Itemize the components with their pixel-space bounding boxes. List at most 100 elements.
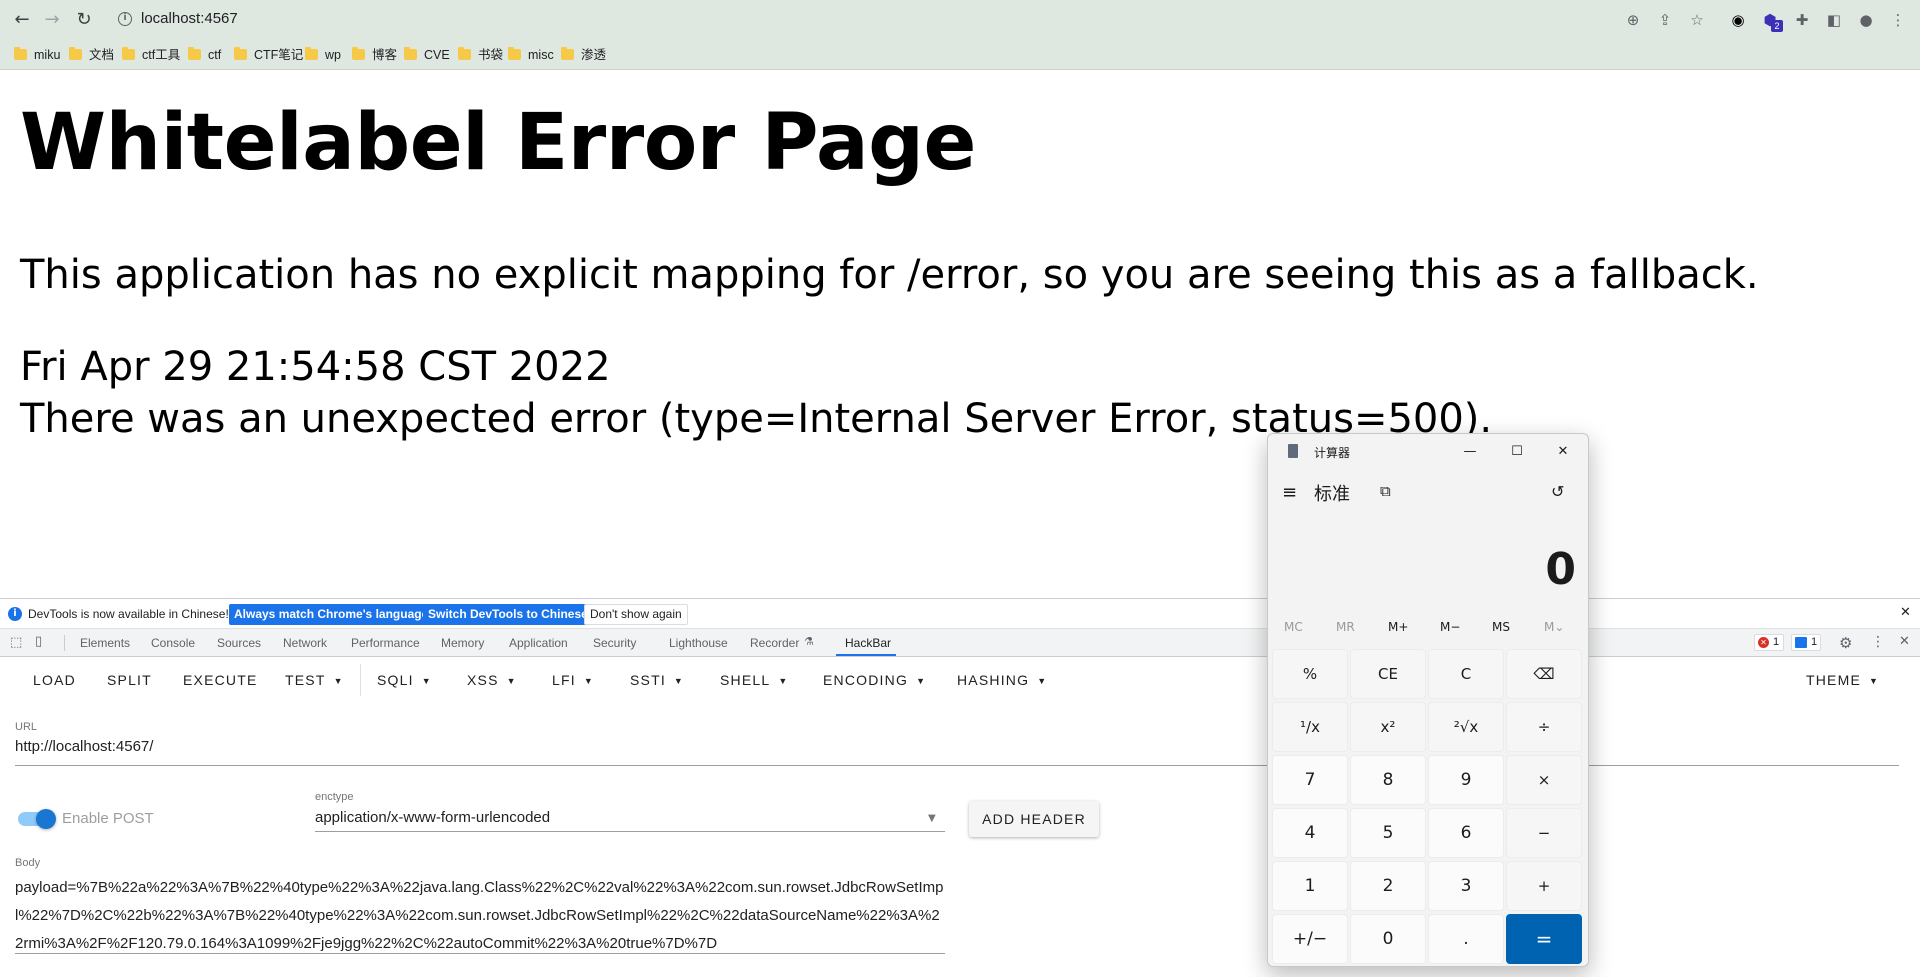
bookmark-item[interactable]: 书袋 <box>458 45 503 65</box>
calc-key[interactable]: +/− <box>1272 914 1348 964</box>
star-icon[interactable]: ☆ <box>1687 10 1707 30</box>
calc-key[interactable]: 5 <box>1350 808 1426 858</box>
tab-application[interactable]: Application <box>509 636 568 650</box>
bookmark-item[interactable]: CVE <box>404 45 450 65</box>
bookmark-item[interactable]: ctf <box>188 45 221 65</box>
test-menu[interactable]: TEST ▼ <box>285 672 344 688</box>
puzzle-icon[interactable]: ✚ <box>1792 10 1812 30</box>
load-button[interactable]: LOAD <box>33 672 76 688</box>
calc-key[interactable]: 8 <box>1350 755 1426 805</box>
bookmark-item[interactable]: 博客 <box>352 45 397 65</box>
calc-key[interactable]: % <box>1272 649 1348 699</box>
dont-show-again-button[interactable]: Don't show again <box>584 604 688 625</box>
calc-key[interactable]: ÷ <box>1506 702 1582 752</box>
reload-icon[interactable]: ↻ <box>72 8 96 32</box>
tab-security[interactable]: Security <box>593 636 636 650</box>
calc-key[interactable]: − <box>1506 808 1582 858</box>
calc-key[interactable]: ⌫ <box>1506 649 1582 699</box>
ssti-menu[interactable]: SSTI ▼ <box>630 672 684 688</box>
memory-button[interactable]: M⌄ <box>1544 620 1564 634</box>
memory-button[interactable]: M− <box>1440 620 1460 634</box>
error-counter[interactable]: ✕ 1 <box>1754 634 1784 651</box>
calc-key[interactable]: 2 <box>1350 861 1426 911</box>
maximize-icon[interactable]: ☐ <box>1502 440 1532 464</box>
split-button[interactable]: SPLIT <box>107 672 152 688</box>
bookmark-item[interactable]: misc <box>508 45 554 65</box>
tab-hackbar[interactable]: HackBar <box>845 636 891 650</box>
calc-key[interactable]: 7 <box>1272 755 1348 805</box>
keep-on-top-icon[interactable]: ⧉ <box>1380 482 1391 500</box>
tab-sources[interactable]: Sources <box>217 636 261 650</box>
memory-button[interactable]: MR <box>1336 620 1355 634</box>
calc-key[interactable]: ²√x <box>1428 702 1504 752</box>
tab-lighthouse[interactable]: Lighthouse <box>669 636 728 650</box>
calc-key[interactable]: 1 <box>1272 861 1348 911</box>
execute-button[interactable]: EXECUTE <box>183 672 258 688</box>
shell-menu[interactable]: SHELL ▼ <box>720 672 788 688</box>
address-text[interactable]: localhost:4567 <box>141 10 238 27</box>
profile-icon[interactable]: ● <box>1856 10 1876 30</box>
encoding-menu[interactable]: ENCODING ▼ <box>823 672 926 688</box>
calc-key[interactable]: x² <box>1350 702 1426 752</box>
body-textarea[interactable]: payload=%7B%22a%22%3A%7B%22%40type%22%3A… <box>15 874 945 958</box>
tab-performance[interactable]: Performance <box>351 636 420 650</box>
calc-key[interactable]: + <box>1506 861 1582 911</box>
toggle-knob[interactable] <box>36 809 56 829</box>
calc-key[interactable]: ¹/x <box>1272 702 1348 752</box>
calc-key[interactable]: = <box>1506 914 1582 964</box>
calc-key[interactable]: 9 <box>1428 755 1504 805</box>
calc-key[interactable]: C <box>1428 649 1504 699</box>
device-toggle-icon[interactable]: ▯ <box>35 634 42 649</box>
enctype-select[interactable]: application/x-www-form-urlencoded <box>315 809 550 826</box>
calc-key[interactable]: × <box>1506 755 1582 805</box>
close-icon[interactable]: ✕ <box>1900 605 1911 620</box>
calc-key[interactable]: 4 <box>1272 808 1348 858</box>
bookmark-item[interactable]: miku <box>14 45 60 65</box>
bookmark-item[interactable]: CTF笔记 <box>234 45 303 65</box>
lfi-menu[interactable]: LFI ▼ <box>552 672 594 688</box>
site-info-icon[interactable]: i <box>118 12 132 26</box>
share-icon[interactable]: ⇪ <box>1655 10 1675 30</box>
hamburger-menu-icon[interactable]: ≡ <box>1282 482 1297 503</box>
address-bar[interactable] <box>110 4 1610 36</box>
hashing-menu[interactable]: HASHING ▼ <box>957 672 1047 688</box>
switch-chinese-button[interactable]: Switch DevTools to Chinese <box>423 604 593 625</box>
close-window-icon[interactable]: ✕ <box>1548 440 1578 464</box>
settings-gear-icon[interactable]: ⚙ <box>1839 634 1852 652</box>
menu-kebab-icon[interactable]: ⋮ <box>1888 10 1908 30</box>
calc-key[interactable]: CE <box>1350 649 1426 699</box>
calc-key[interactable]: . <box>1428 914 1504 964</box>
minimize-icon[interactable]: — <box>1455 440 1485 464</box>
tab-recorder[interactable]: Recorder <box>750 636 799 650</box>
memory-button[interactable]: MC <box>1284 620 1303 634</box>
more-options-icon[interactable]: ⋮ <box>1871 634 1885 650</box>
bookmark-item[interactable]: wp <box>305 45 341 65</box>
add-header-button[interactable]: ADD HEADER <box>969 801 1099 837</box>
sidepanel-icon[interactable]: ◧ <box>1824 10 1844 30</box>
message-counter[interactable]: 1 <box>1791 634 1821 651</box>
forward-icon[interactable]: → <box>40 8 64 32</box>
bookmark-item[interactable]: ctf工具 <box>122 45 180 65</box>
inspect-icon[interactable]: ⬚ <box>10 635 22 650</box>
sqli-menu[interactable]: SQLI ▼ <box>377 672 432 688</box>
dropdown-arrow-icon[interactable]: ▼ <box>928 813 936 824</box>
memory-button[interactable]: M+ <box>1388 620 1408 634</box>
extension-ring-icon[interactable]: ◉ <box>1728 10 1748 30</box>
memory-button[interactable]: MS <box>1492 620 1510 634</box>
back-icon[interactable]: ← <box>10 8 34 32</box>
close-devtools-icon[interactable]: ✕ <box>1899 634 1910 649</box>
calc-key[interactable]: 3 <box>1428 861 1504 911</box>
calc-key[interactable]: 0 <box>1350 914 1426 964</box>
tab-elements[interactable]: Elements <box>80 636 130 650</box>
url-input[interactable]: http://localhost:4567/ <box>15 738 153 755</box>
history-icon[interactable]: ↺ <box>1551 482 1564 501</box>
zoom-icon[interactable]: ⊕ <box>1623 10 1643 30</box>
tab-network[interactable]: Network <box>283 636 327 650</box>
calc-key[interactable]: 6 <box>1428 808 1504 858</box>
bookmark-item[interactable]: 渗透 <box>561 45 606 65</box>
xss-menu[interactable]: XSS ▼ <box>467 672 517 688</box>
tab-console[interactable]: Console <box>151 636 195 650</box>
theme-menu[interactable]: THEME ▼ <box>1806 672 1879 688</box>
match-language-button[interactable]: Always match Chrome's language <box>229 604 434 625</box>
tab-memory[interactable]: Memory <box>441 636 484 650</box>
